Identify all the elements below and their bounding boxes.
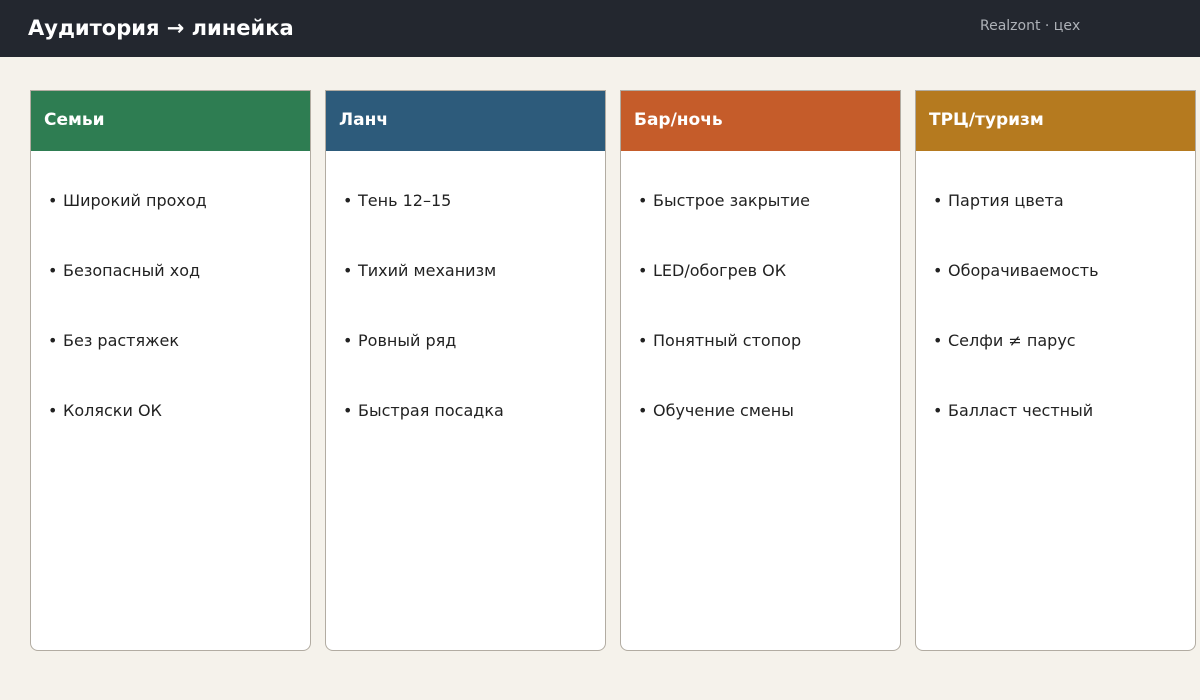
list-item: • Селфи ≠ парус: [933, 331, 1076, 351]
card-title: Семьи: [44, 110, 105, 130]
list-item-text: Обучение смены: [653, 401, 794, 420]
bullet-icon: •: [933, 191, 943, 210]
audience-card-bar-night: Бар/ночь • Быстрое закрытие • LED/обогрев ОК…: [620, 90, 901, 651]
bullet-icon: •: [343, 401, 353, 420]
list-item: • Партия цвета: [933, 191, 1064, 211]
list-item: • Оборачиваемость: [933, 261, 1099, 281]
bullet-icon: •: [48, 261, 58, 280]
list-item-text: Понятный стопор: [653, 331, 802, 350]
audience-card-lunch: Ланч • Тень 12–15 • Тихий механизм • Ровный ря…: [325, 90, 606, 651]
top-bar: Аудитория → линейка Realzont · цех: [0, 0, 1200, 57]
bullet-icon: •: [638, 261, 648, 280]
list-item: • Тихий механизм: [343, 261, 496, 281]
list-item: • Обучение смены: [638, 401, 794, 421]
list-item-text: Балласт честный: [948, 401, 1094, 420]
list-item: • Ровный ряд: [343, 331, 456, 351]
list-item: • Быстрая посадка: [343, 401, 504, 421]
list-item-text: Без растяжек: [63, 331, 180, 350]
bullet-icon: •: [638, 191, 648, 210]
list-item: • Балласт честный: [933, 401, 1093, 421]
card-header: Ланч: [326, 91, 605, 151]
card-title: ТРЦ/туризм: [929, 110, 1044, 130]
page-title: Аудитория → линейка: [28, 16, 294, 40]
list-item: • Тень 12–15: [343, 191, 451, 211]
card-title: Бар/ночь: [634, 110, 723, 130]
list-item-text: Оборачиваемость: [948, 261, 1099, 280]
list-item-text: Быстрая посадка: [358, 401, 504, 420]
list-item-text: Ровный ряд: [358, 331, 457, 350]
list-item-text: Коляски ОК: [63, 401, 162, 420]
list-item-text: Тень 12–15: [358, 191, 452, 210]
bullet-icon: •: [343, 261, 353, 280]
card-title: Ланч: [339, 110, 389, 130]
bullet-icon: •: [343, 331, 353, 350]
list-item: • LED/обогрев ОК: [638, 261, 786, 281]
list-item-text: Безопасный ход: [63, 261, 201, 280]
bullet-icon: •: [933, 331, 943, 350]
list-item: • Безопасный ход: [48, 261, 200, 281]
bullet-icon: •: [48, 191, 58, 210]
bullet-icon: •: [638, 401, 648, 420]
list-item: • Понятный стопор: [638, 331, 801, 351]
list-item-text: Партия цвета: [948, 191, 1064, 210]
card-header: ТРЦ/туризм: [916, 91, 1195, 151]
bullet-icon: •: [933, 261, 943, 280]
audience-card-families: Семьи • Широкий проход • Безопасный ход • Без …: [30, 90, 311, 651]
audience-card-mall-tourism: ТРЦ/туризм • Партия цвета • Оборачиваемость •…: [915, 90, 1196, 651]
bullet-icon: •: [933, 401, 943, 420]
card-header: Бар/ночь: [621, 91, 900, 151]
brand-label: Realzont · цех: [980, 18, 1081, 34]
list-item-text: Селфи ≠ парус: [948, 331, 1076, 350]
list-item: • Без растяжек: [48, 331, 179, 351]
list-item: • Коляски ОК: [48, 401, 162, 421]
list-item-text: Тихий механизм: [358, 261, 497, 280]
list-item-text: LED/обогрев ОК: [653, 261, 787, 280]
bullet-icon: •: [638, 331, 648, 350]
bullet-icon: •: [343, 191, 353, 210]
list-item-text: Широкий проход: [63, 191, 207, 210]
card-header: Семьи: [31, 91, 310, 151]
list-item: • Быстрое закрытие: [638, 191, 810, 211]
list-item: • Широкий проход: [48, 191, 207, 211]
bullet-icon: •: [48, 401, 58, 420]
bullet-icon: •: [48, 331, 58, 350]
list-item-text: Быстрое закрытие: [653, 191, 810, 210]
